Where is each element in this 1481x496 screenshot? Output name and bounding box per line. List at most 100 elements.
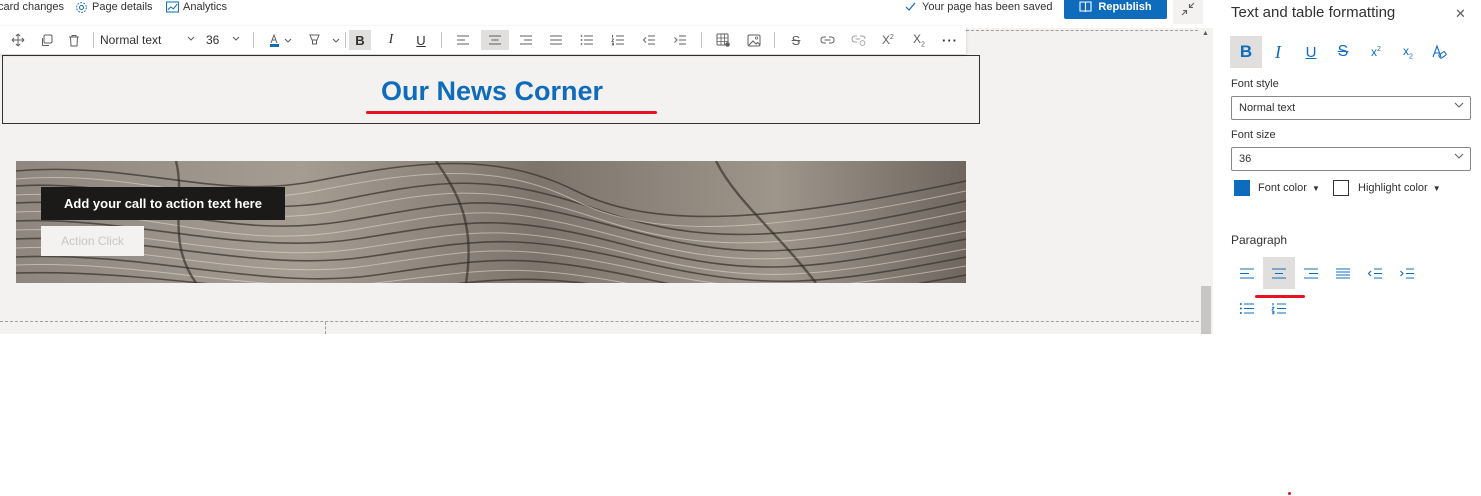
- pane-bold-button[interactable]: B: [1230, 36, 1262, 68]
- font-color-button[interactable]: [262, 30, 298, 50]
- pane-justify-button[interactable]: [1327, 257, 1359, 289]
- pane-numbered-list-button[interactable]: [1263, 292, 1295, 324]
- pane-font-style-dropdown[interactable]: Normal text: [1231, 96, 1471, 120]
- delete-icon[interactable]: [64, 30, 84, 50]
- align-center-button[interactable]: [481, 30, 509, 50]
- underline-icon: U: [1305, 43, 1317, 61]
- subscript-icon: X2: [913, 31, 925, 49]
- scroll-up-arrow[interactable]: ▲: [1202, 30, 1209, 37]
- highlight-color-button[interactable]: [306, 30, 342, 50]
- highlight-color-picker[interactable]: Highlight color ▼: [1358, 182, 1441, 194]
- bullet-list-icon: [580, 34, 594, 46]
- align-left-icon: [456, 34, 470, 46]
- increase-indent-button[interactable]: [669, 30, 691, 50]
- align-center-icon: [488, 34, 502, 46]
- underline-button[interactable]: U: [410, 30, 432, 50]
- pane-font-size-value: 36: [1239, 153, 1252, 165]
- pane-clear-formatting-button[interactable]: [1423, 36, 1455, 68]
- font-style-dropdown[interactable]: Normal text: [100, 30, 198, 50]
- move-icon[interactable]: [8, 30, 28, 50]
- image-icon: [747, 34, 761, 47]
- save-status-text: Your page has been saved: [922, 1, 1053, 13]
- republish-button[interactable]: Republish: [1064, 0, 1167, 19]
- page-title[interactable]: Our News Corner: [3, 76, 981, 107]
- italic-button[interactable]: I: [380, 30, 402, 50]
- bulleted-list-button[interactable]: [576, 30, 598, 50]
- numbered-list-button[interactable]: [607, 30, 629, 50]
- collapse-button[interactable]: [1173, 0, 1203, 24]
- unlink-icon: [850, 34, 866, 46]
- pane-superscript-button[interactable]: x2: [1360, 36, 1392, 68]
- highlight-color-label: Highlight color: [1358, 182, 1428, 194]
- underline-icon: U: [416, 32, 426, 48]
- more-icon: ···: [942, 32, 958, 48]
- insert-table-button[interactable]: [712, 30, 734, 50]
- bold-icon: B: [1239, 42, 1253, 61]
- superscript-button[interactable]: X2: [877, 30, 899, 50]
- pane-strikethrough-button[interactable]: S: [1327, 36, 1359, 68]
- indent-icon: [673, 34, 687, 46]
- scrollbar-thumb[interactable]: [1201, 286, 1211, 334]
- outdent-icon: [1367, 267, 1383, 280]
- command-bar: card changes Page details Analytics Your…: [0, 0, 1205, 20]
- pane-subscript-button[interactable]: x2: [1392, 36, 1424, 68]
- subscript-button[interactable]: X2: [908, 30, 930, 50]
- font-color-swatch[interactable]: [1234, 180, 1250, 196]
- annotation-underline: [366, 111, 657, 114]
- highlight-color-swatch[interactable]: [1333, 180, 1349, 196]
- pane-bulleted-list-button[interactable]: [1231, 292, 1263, 324]
- close-icon[interactable]: ✕: [1455, 6, 1466, 22]
- align-left-button[interactable]: [452, 30, 474, 50]
- pane-align-right-button[interactable]: [1295, 257, 1327, 289]
- remove-link-button[interactable]: [847, 30, 869, 50]
- font-size-label: Font size: [1231, 129, 1276, 141]
- analytics-button[interactable]: Analytics: [166, 0, 227, 14]
- pane-font-size-dropdown[interactable]: 36: [1231, 147, 1471, 171]
- hero-image[interactable]: [16, 161, 966, 283]
- pane-increase-indent-button[interactable]: [1391, 257, 1423, 289]
- analytics-label: Analytics: [183, 1, 228, 13]
- indent-icon: [1399, 267, 1415, 280]
- paragraph-label: Paragraph: [1231, 233, 1288, 247]
- insert-link-button[interactable]: [816, 30, 838, 50]
- font-style-label: Font style: [1231, 78, 1279, 90]
- justify-icon: [549, 34, 563, 46]
- caret-down-icon: ▼: [1311, 184, 1320, 193]
- justify-button[interactable]: [545, 30, 567, 50]
- pane-align-center-button[interactable]: [1263, 257, 1295, 289]
- save-status: Your page has been saved: [905, 0, 1052, 14]
- toolbar-separator: [701, 32, 702, 48]
- decrease-indent-button[interactable]: [638, 30, 660, 50]
- strikethrough-button[interactable]: S: [785, 30, 807, 50]
- more-options-button[interactable]: ···: [939, 30, 961, 50]
- numbered-list-icon: [1271, 302, 1287, 315]
- font-size-dropdown[interactable]: 36: [206, 30, 244, 50]
- page-details-button[interactable]: Page details: [75, 0, 153, 14]
- clear-formatting-icon: [1431, 44, 1447, 60]
- discard-changes-button[interactable]: card changes: [0, 0, 64, 14]
- bold-button[interactable]: B: [349, 30, 371, 50]
- pane-font-style-value: Normal text: [1239, 102, 1296, 114]
- call-to-action-button[interactable]: Action Click: [41, 226, 144, 256]
- collapse-icon: [1181, 2, 1195, 16]
- pane-italic-button[interactable]: I: [1262, 36, 1294, 68]
- page-details-label: Page details: [92, 1, 153, 13]
- pane-underline-button[interactable]: U: [1295, 36, 1327, 68]
- insert-image-button[interactable]: [743, 30, 765, 50]
- pane-decrease-indent-button[interactable]: [1359, 257, 1391, 289]
- column-boundary: [325, 322, 326, 334]
- font-color-picker[interactable]: Font color ▼: [1258, 182, 1320, 194]
- duplicate-icon[interactable]: [36, 30, 56, 50]
- font-color-label: Font color: [1258, 182, 1307, 194]
- numbered-list-icon: [611, 34, 625, 46]
- toolbar-separator: [441, 32, 442, 48]
- section-boundary: [0, 321, 1199, 322]
- strikethrough-icon: S: [791, 32, 801, 48]
- pane-align-left-button[interactable]: [1231, 257, 1263, 289]
- superscript-icon: x2: [1371, 45, 1381, 59]
- book-icon: [1079, 0, 1092, 13]
- call-to-action-text[interactable]: Add your call to action text here: [41, 187, 285, 220]
- font-size-value: 36: [206, 33, 220, 47]
- align-right-button[interactable]: [515, 30, 537, 50]
- toolbar-separator: [774, 32, 775, 48]
